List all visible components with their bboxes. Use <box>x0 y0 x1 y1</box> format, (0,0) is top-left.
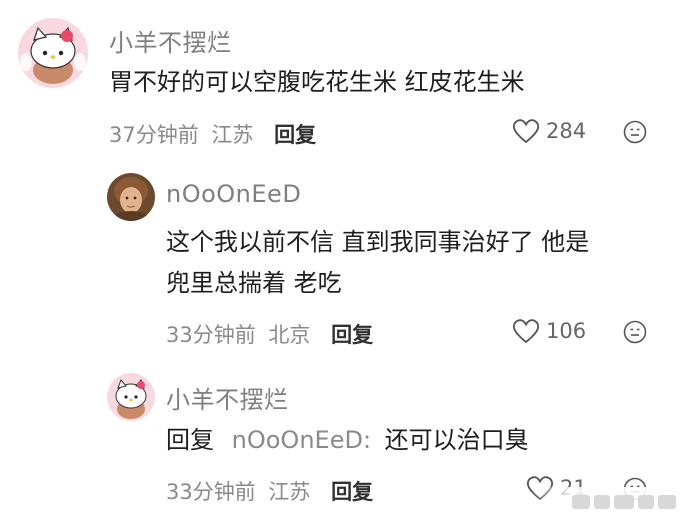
comment-username[interactable]: nOoOnEeD <box>166 180 301 208</box>
comment-text: 胃不好的可以空腹吃花生米 红皮花生米 <box>109 68 525 96</box>
comment-location: 江苏 <box>268 480 311 504</box>
user-photo-avatar-icon <box>107 173 155 221</box>
comment-meta: 33分钟前 北京 回复 <box>166 319 373 349</box>
avatar[interactable] <box>107 373 155 421</box>
reply-prefix: 回复 <box>166 426 214 454</box>
like-button[interactable]: 106 <box>512 318 586 344</box>
reply-button[interactable]: 回复 <box>331 323 373 347</box>
reply-button[interactable]: 回复 <box>274 123 316 147</box>
watermark-mark <box>614 495 634 509</box>
hello-kitty-avatar-icon <box>107 373 155 421</box>
heart-outline-icon <box>512 319 540 344</box>
reply-text: 还可以治口臭 <box>384 426 529 454</box>
watermark-mark <box>594 495 610 509</box>
like-count: 106 <box>546 319 587 343</box>
watermark-mark <box>638 495 654 509</box>
watermark-mark <box>572 495 590 509</box>
comment-meta: 37分钟前 江苏 回复 <box>109 119 316 149</box>
comment-time: 33分钟前 <box>166 323 256 347</box>
comment-time: 37分钟前 <box>109 123 199 147</box>
avatar[interactable] <box>107 173 155 221</box>
comment-text-line1: 这个我以前不信 直到我同事治好了 他是 <box>166 228 590 256</box>
reply-button[interactable]: 回复 <box>331 480 373 504</box>
like-button[interactable]: 284 <box>512 118 586 144</box>
comment-username[interactable]: 小羊不摆烂 <box>109 23 232 58</box>
watermark-mark <box>658 495 676 509</box>
comment-text: 回复 nOoOnEeD: 还可以治口臭 <box>166 422 529 459</box>
emoji-reaction-icon[interactable] <box>623 120 647 144</box>
avatar[interactable] <box>18 18 88 88</box>
comment-meta: 33分钟前 江苏 回复 <box>166 476 373 506</box>
heart-outline-icon <box>512 119 540 144</box>
like-count: 284 <box>546 119 587 143</box>
watermark <box>532 487 682 517</box>
mention-link[interactable]: nOoOnEeD: <box>232 426 371 454</box>
comment-location: 北京 <box>268 323 311 347</box>
comment-location: 江苏 <box>211 123 254 147</box>
comment-username[interactable]: 小羊不摆烂 <box>166 380 289 415</box>
emoji-reaction-icon[interactable] <box>623 320 647 344</box>
comment-time: 33分钟前 <box>166 480 256 504</box>
comment-text-line2: 兜里总揣着 老吃 <box>166 269 342 297</box>
hello-kitty-avatar-icon <box>18 18 88 88</box>
